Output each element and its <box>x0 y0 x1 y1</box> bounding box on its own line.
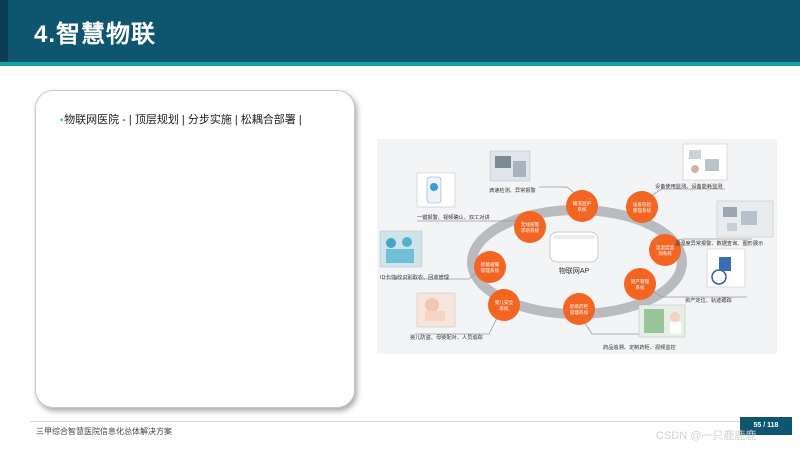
system-node-asset: 资产管理 系统 <box>624 268 656 300</box>
content-card: •物联网医院 - | 顶层规划 | 分步实施 | 松耦合部署 | <box>35 90 355 408</box>
nurses-photo <box>379 230 423 268</box>
page-title: 4.智慧物联 <box>34 21 157 48</box>
node-circle-infant <box>488 289 520 321</box>
footer-divider <box>30 421 770 422</box>
node-label-asset-2: 系统 <box>635 284 645 291</box>
ap-device-highlight <box>553 235 595 239</box>
node-label-alarm-1: 无线报警 <box>521 221 540 228</box>
equipment-photo <box>682 143 728 181</box>
caption-alarm: 一键报警、视频确认、双工对讲 <box>417 213 490 221</box>
node-circle-pharmacy <box>563 293 595 325</box>
node-circle-equipment <box>626 191 658 223</box>
pharmacy-photo <box>638 304 686 338</box>
watermark: CSDN @一只鹿鹿鹿 <box>656 430 757 442</box>
node-label-pharmacy-2: 管理系统 <box>570 309 589 316</box>
node-label-linen-1: 智能被服 <box>481 261 500 268</box>
panic-button-photo <box>416 172 456 208</box>
caption-infusion: 滴速检测、异常报警 <box>489 186 536 194</box>
bullet-text: 物联网医院 - | 顶层规划 | 分步实施 | 松耦合部署 | <box>64 114 302 126</box>
caption-equipment: 设备使用监测、设备能耗监测 <box>655 182 722 190</box>
system-node-temperature: 温湿度监 测系统 <box>649 234 681 266</box>
ap-label: 物联网AP <box>559 266 590 275</box>
baby-photo <box>416 292 456 328</box>
node-label-equipment-1: 设备巡检 <box>633 201 652 208</box>
system-node-linen: 智能被服 管理系统 <box>474 251 506 283</box>
system-node-alarm: 无线报警 求助系统 <box>514 211 546 243</box>
node-circle-linen <box>474 251 506 283</box>
node-circle-asset <box>624 268 656 300</box>
caption-asset: 资产定位、轨迹跟踪 <box>685 296 733 304</box>
caption-pharmacy: 药品追溯、定制药柜、视频监控 <box>603 343 676 351</box>
iot-diagram: 物联网AP 输液监护 系统 设备巡检 管理系统 温湿度监 测系统 资产管理 系统… <box>377 139 777 354</box>
system-node-pharmacy: 智能药柜 管理系统 <box>563 293 595 325</box>
node-label-infusion-1: 输液监护 <box>573 200 592 207</box>
node-label-infusion-2: 系统 <box>577 206 587 213</box>
node-label-infant-1: 婴儿安全 <box>495 299 514 306</box>
node-circle-temperature <box>649 234 681 266</box>
system-node-infant: 婴儿安全 系统 <box>488 289 520 321</box>
header-underline <box>0 62 800 66</box>
temperature-photo <box>716 200 774 238</box>
monitor-photo <box>489 150 531 182</box>
node-label-pharmacy-1: 智能药柜 <box>570 303 589 310</box>
iot-diagram-svg: 物联网AP 输液监护 系统 设备巡检 管理系统 温湿度监 测系统 资产管理 系统… <box>377 139 777 354</box>
bullet-item: •物联网医院 - | 顶层规划 | 分步实施 | 松耦合部署 | <box>60 111 302 127</box>
header-accent <box>0 0 8 62</box>
node-circle-infusion <box>566 190 598 222</box>
node-label-asset-1: 资产管理 <box>631 278 650 285</box>
wheelchair-photo <box>706 248 746 288</box>
node-label-temperature-2: 测系统 <box>658 250 672 257</box>
caption-temperature: 温湿度异常报警、数据查询、图形展示 <box>675 239 763 247</box>
node-label-temperature-1: 温湿度监 <box>656 244 675 251</box>
node-label-alarm-2: 求助系统 <box>521 227 540 234</box>
system-node-equipment: 设备巡检 管理系统 <box>626 191 658 223</box>
header-bar: 4.智慧物联 <box>0 0 800 62</box>
node-label-infant-2: 系统 <box>499 305 509 312</box>
caption-linen: ID卡/指纹识别取衣、回收管理 <box>380 273 450 281</box>
bullet-dot-icon: • <box>60 115 64 125</box>
system-node-infusion: 输液监护 系统 <box>566 190 598 222</box>
caption-infant: 婴儿防盗、母婴配对、人员追踪 <box>410 333 483 341</box>
footer-title: 三甲综合智慧医院信息化总体解决方案 <box>36 427 172 436</box>
node-circle-alarm <box>514 211 546 243</box>
node-label-equipment-2: 管理系统 <box>633 207 652 214</box>
node-label-linen-2: 管理系统 <box>481 267 500 274</box>
